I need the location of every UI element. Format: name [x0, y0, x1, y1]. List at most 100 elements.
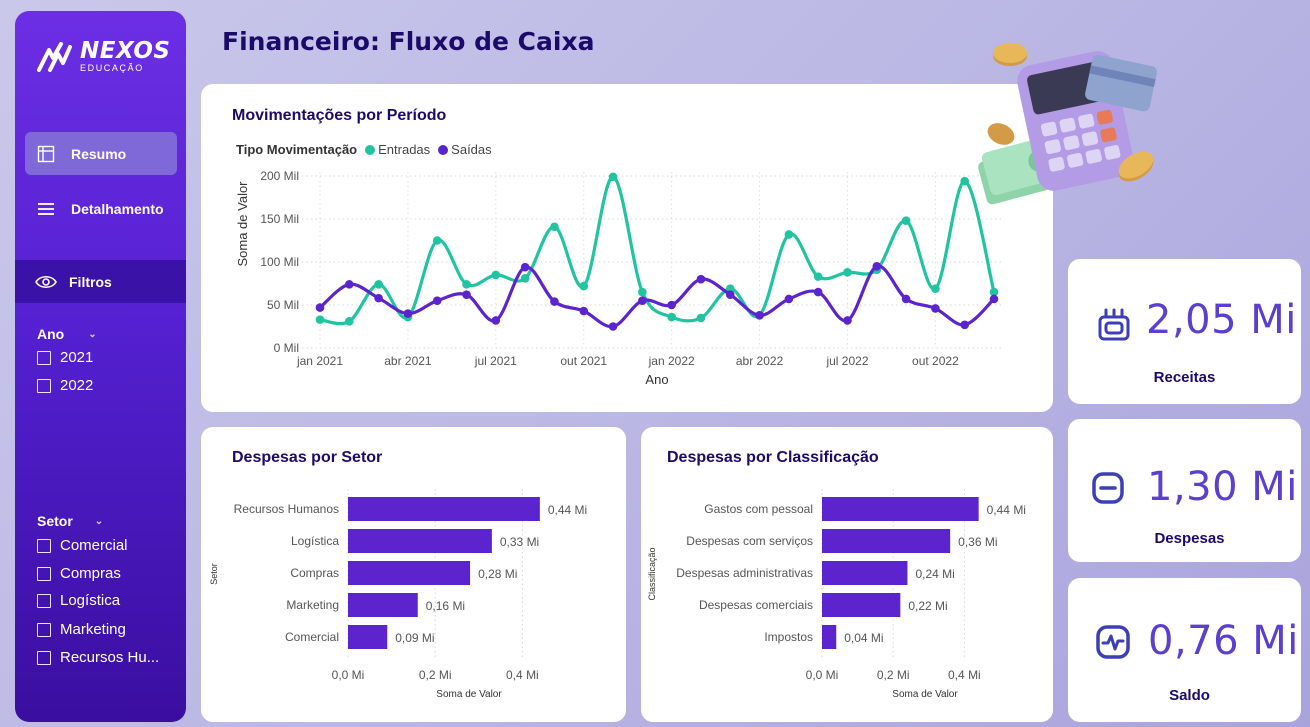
data-point[interactable] — [725, 290, 735, 299]
checkbox[interactable] — [37, 350, 51, 365]
bar[interactable] — [348, 497, 540, 521]
data-point[interactable] — [520, 274, 530, 283]
x-axis-label: Soma de Valor — [892, 689, 958, 700]
data-point[interactable] — [931, 304, 940, 313]
data-point[interactable] — [432, 236, 442, 245]
x-tick-label: 0,0 Mi — [806, 668, 839, 682]
bar[interactable] — [348, 593, 418, 617]
y-axis-label: Setor — [209, 563, 219, 585]
data-point[interactable] — [550, 222, 559, 232]
checkbox[interactable] — [37, 378, 51, 393]
slicer-setor-title[interactable]: Setor ⌄ — [37, 513, 103, 529]
data-point[interactable] — [696, 274, 706, 284]
slicer-setor-item[interactable]: Compras — [37, 565, 121, 582]
bar[interactable] — [348, 561, 471, 585]
filters-toggle[interactable]: Filtros — [15, 260, 186, 303]
logo-icon — [37, 41, 72, 72]
data-point[interactable] — [579, 306, 589, 316]
layout-icon — [37, 145, 55, 162]
data-point[interactable] — [608, 322, 618, 331]
data-point[interactable] — [843, 316, 852, 325]
data-point[interactable] — [667, 300, 676, 310]
data-point[interactable] — [462, 280, 471, 289]
data-point[interactable] — [550, 297, 559, 306]
slicer-item-label: Marketing — [60, 621, 126, 638]
checkbox[interactable] — [37, 622, 51, 637]
data-point[interactable] — [345, 280, 354, 289]
slicer-setor-item[interactable]: Marketing — [37, 621, 126, 638]
x-tick-label: jul 2022 — [825, 354, 868, 368]
data-point[interactable] — [432, 296, 442, 305]
data-point[interactable] — [608, 172, 618, 182]
bar[interactable] — [822, 561, 908, 585]
data-point[interactable] — [901, 294, 911, 304]
data-point[interactable] — [520, 262, 530, 272]
checkbox[interactable] — [37, 566, 51, 581]
checkbox[interactable] — [37, 593, 51, 608]
checkbox[interactable] — [37, 538, 51, 553]
bar[interactable] — [822, 593, 901, 617]
series-line-saídas — [318, 264, 996, 329]
data-point[interactable] — [638, 296, 647, 305]
data-label: 0,22 Mi — [908, 599, 947, 613]
kpi-value: 0,76 Mi — [1148, 618, 1299, 664]
bar-class-chart: Classificação Soma de Valor 0,0 Mi 0,2 Mi… — [647, 489, 1026, 700]
y-tick-label: 50 Mil — [267, 298, 299, 312]
bar[interactable] — [822, 497, 979, 521]
data-point[interactable] — [491, 270, 501, 280]
data-point[interactable] — [901, 216, 911, 226]
data-point[interactable] — [755, 311, 764, 320]
data-point[interactable] — [638, 287, 647, 297]
data-point[interactable] — [960, 176, 969, 186]
data-point[interactable] — [843, 268, 852, 277]
checkbox[interactable] — [37, 650, 51, 665]
data-point[interactable] — [813, 272, 823, 281]
slicer-setor-item[interactable]: Logística — [37, 592, 120, 609]
kpi-receitas: 2,05 Mi Receitas — [1068, 259, 1301, 404]
bar[interactable] — [822, 529, 951, 553]
data-point[interactable] — [931, 284, 940, 293]
data-point[interactable] — [696, 313, 706, 323]
category-label: Despesas com serviços — [686, 534, 813, 548]
data-point[interactable] — [315, 315, 325, 324]
data-point[interactable] — [374, 280, 383, 289]
slicer-setor-item[interactable]: Recursos Hu... — [37, 649, 159, 666]
bar[interactable] — [822, 625, 837, 649]
data-point[interactable] — [345, 317, 354, 326]
data-point[interactable] — [462, 290, 471, 299]
x-tick-label: jul 2021 — [474, 354, 517, 368]
kpi-value: 1,30 Mi — [1147, 464, 1298, 510]
bar-setor-card: Despesas por Setor Setor Soma de Valor 0… — [201, 427, 626, 722]
filters-label: Filtros — [69, 273, 112, 290]
data-point[interactable] — [491, 316, 501, 325]
data-point[interactable] — [667, 312, 676, 322]
data-point[interactable] — [374, 293, 383, 303]
slicer-ano-item[interactable]: 2021 — [37, 349, 93, 366]
data-point[interactable] — [989, 294, 999, 304]
x-axis-label: Soma de Valor — [436, 689, 502, 700]
data-point[interactable] — [315, 303, 325, 312]
x-tick-label: jan 2022 — [648, 354, 695, 368]
data-point[interactable] — [872, 262, 882, 271]
x-tick-label: 0,4 Mi — [948, 668, 981, 682]
data-point[interactable] — [579, 281, 589, 291]
minus-icon — [1092, 472, 1124, 504]
slicer-setor-item[interactable]: Comercial — [37, 537, 128, 554]
slicer-ano-title[interactable]: Ano ⌄ — [37, 326, 97, 342]
data-point[interactable] — [784, 294, 794, 304]
bar[interactable] — [348, 625, 388, 649]
data-point[interactable] — [784, 230, 794, 239]
slicer-ano-label: Ano — [37, 326, 65, 342]
brand-name: NEXOS — [80, 38, 171, 64]
line-chart-card: Movimentações por Período Tipo Movimenta… — [201, 84, 1053, 412]
nav-detalhamento[interactable]: Detalhamento — [25, 187, 177, 230]
slicer-item-label: 2021 — [60, 349, 94, 366]
data-point[interactable] — [960, 320, 969, 330]
data-point[interactable] — [813, 287, 823, 297]
slicer-ano-item[interactable]: 2022 — [37, 377, 93, 394]
category-label: Despesas comerciais — [699, 598, 813, 612]
nav-resumo[interactable]: Resumo — [25, 132, 177, 175]
data-point[interactable] — [403, 309, 413, 318]
chevron-down-icon: ⌄ — [88, 328, 97, 340]
bar[interactable] — [348, 529, 492, 553]
